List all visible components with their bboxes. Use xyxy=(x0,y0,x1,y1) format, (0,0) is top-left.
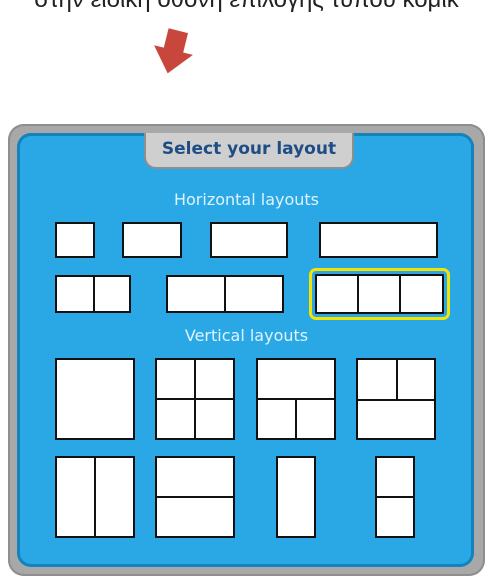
layout-option-1-panel-tall[interactable] xyxy=(276,456,316,538)
panel-divider xyxy=(93,277,95,311)
down-arrow-icon xyxy=(154,28,193,74)
layout-option-1-panel-extra-wide[interactable] xyxy=(319,222,438,258)
caption-text: στην ειδική οθόνη επιλογής τύπου κόμικ xyxy=(0,0,493,14)
layout-option-top-wide-bottom-split[interactable] xyxy=(256,358,336,440)
layout-option-1-panel-square[interactable] xyxy=(55,358,135,440)
vertical-layouts-label: Vertical layouts xyxy=(184,326,309,345)
panel-divider xyxy=(396,360,398,400)
layout-option-1-panel-wide[interactable] xyxy=(210,222,288,258)
panel-divider xyxy=(224,277,226,311)
horizontal-layouts-label: Horizontal layouts xyxy=(173,190,320,209)
layout-option-4-grid[interactable] xyxy=(155,358,235,440)
layout-option-2-panel-wide[interactable] xyxy=(166,275,284,313)
layout-option-2-row-narrow[interactable] xyxy=(375,456,415,538)
layout-option-2-column[interactable] xyxy=(55,456,135,538)
panel-divider xyxy=(357,276,359,312)
layout-option-2-row[interactable] xyxy=(155,456,235,538)
panel-divider xyxy=(399,276,401,312)
panel-divider xyxy=(94,458,96,536)
panel-divider xyxy=(295,398,297,438)
panel-divider xyxy=(157,398,233,400)
panel-divider xyxy=(157,496,233,498)
layout-option-1-panel-small[interactable] xyxy=(55,222,95,258)
dialog-title: Select your layout xyxy=(161,139,337,159)
layout-option-2-panel[interactable] xyxy=(55,275,131,313)
panel-divider xyxy=(377,496,413,498)
panel-divider xyxy=(358,399,434,401)
layout-option-top-split-bottom-wide[interactable] xyxy=(356,358,436,440)
layout-option-1-panel-medium[interactable] xyxy=(122,222,182,258)
layout-option-3-panel[interactable] xyxy=(309,268,450,320)
